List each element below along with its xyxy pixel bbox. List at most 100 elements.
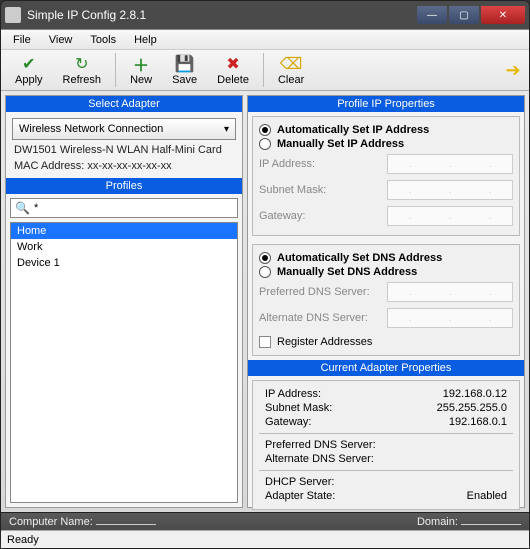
- mac-address: MAC Address: xx-xx-xx-xx-xx-xx: [6, 158, 242, 174]
- ip-group: Automatically Set IP Address Manually Se…: [252, 116, 520, 236]
- delete-icon: ✖: [223, 54, 243, 74]
- broom-icon: ⌫: [281, 54, 301, 74]
- pref-dns-label: Preferred DNS Server:: [259, 286, 379, 298]
- subnet-field[interactable]: ...: [387, 180, 513, 200]
- window-title: Simple IP Config 2.8.1: [27, 8, 417, 22]
- save-icon: 💾: [175, 54, 195, 74]
- left-panel: Select Adapter Wireless Network Connecti…: [5, 95, 243, 508]
- ip-manual-radio[interactable]: Manually Set IP Address: [259, 137, 513, 151]
- radio-selected-icon: [259, 124, 271, 136]
- cur-state-v: Enabled: [387, 490, 507, 502]
- titlebar[interactable]: Simple IP Config 2.8.1 — ▢ ✕: [1, 1, 529, 29]
- profiles-header: Profiles: [6, 178, 242, 194]
- right-panel: Profile IP Properties Automatically Set …: [247, 95, 525, 508]
- close-button[interactable]: ✕: [481, 6, 525, 24]
- dns-auto-radio[interactable]: Automatically Set DNS Address: [259, 251, 513, 265]
- save-label: Save: [172, 74, 197, 86]
- ip-manual-label: Manually Set IP Address: [277, 138, 404, 150]
- domain-label: Domain:: [417, 516, 458, 528]
- app-icon: [5, 7, 21, 23]
- dns-manual-radio[interactable]: Manually Set DNS Address: [259, 265, 513, 279]
- maximize-button[interactable]: ▢: [449, 6, 479, 24]
- ip-address-field[interactable]: ...: [387, 154, 513, 174]
- profiles-list[interactable]: Home Work Device 1: [10, 222, 238, 503]
- cur-state-k: Adapter State:: [265, 490, 387, 502]
- computer-name-value: [96, 515, 156, 525]
- plus-icon: ＋: [131, 54, 151, 74]
- expand-right-icon[interactable]: ➔: [503, 60, 523, 80]
- adapter-combo[interactable]: Wireless Network Connection ▾: [12, 118, 236, 140]
- menu-help[interactable]: Help: [126, 32, 165, 48]
- ready-label: Ready: [7, 534, 39, 546]
- list-item[interactable]: Work: [11, 239, 237, 255]
- cur-dhcp-v: [387, 476, 507, 488]
- save-button[interactable]: 💾 Save: [164, 52, 205, 88]
- toolbar: ✔ Apply ↻ Refresh ＋ New 💾 Save ✖ Delete …: [1, 49, 529, 91]
- radio-selected-icon: [259, 252, 271, 264]
- register-label: Register Addresses: [277, 336, 372, 348]
- refresh-icon: ↻: [72, 54, 92, 74]
- cur-ip-k: IP Address:: [265, 388, 387, 400]
- dns-auto-label: Automatically Set DNS Address: [277, 252, 442, 264]
- alt-dns-field[interactable]: ...: [387, 308, 513, 328]
- toolbar-separator: [115, 53, 116, 87]
- menubar: File View Tools Help: [1, 29, 529, 49]
- cur-gw-k: Gateway:: [265, 416, 387, 428]
- subnet-label: Subnet Mask:: [259, 184, 379, 196]
- cur-gw-v: 192.168.0.1: [387, 416, 507, 428]
- radio-icon: [259, 266, 271, 278]
- select-adapter-header: Select Adapter: [6, 96, 242, 112]
- delete-button[interactable]: ✖ Delete: [209, 52, 257, 88]
- menu-tools[interactable]: Tools: [82, 32, 124, 48]
- pref-dns-field[interactable]: ...: [387, 282, 513, 302]
- cur-sm-k: Subnet Mask:: [265, 402, 387, 414]
- dns-manual-label: Manually Set DNS Address: [277, 266, 417, 278]
- current-adapter-props: IP Address:192.168.0.12 Subnet Mask:255.…: [252, 380, 520, 510]
- search-icon: 🔍: [15, 201, 30, 215]
- ip-auto-radio[interactable]: Automatically Set IP Address: [259, 123, 513, 137]
- cur-dhcp-k: DHCP Server:: [265, 476, 387, 488]
- minimize-button[interactable]: —: [417, 6, 447, 24]
- gateway-label: Gateway:: [259, 210, 379, 222]
- check-icon: ✔: [19, 54, 39, 74]
- list-item[interactable]: Device 1: [11, 255, 237, 271]
- cur-ad-v: [387, 453, 507, 465]
- domain-value: [461, 515, 521, 525]
- refresh-button[interactable]: ↻ Refresh: [55, 52, 110, 88]
- adapter-selected: Wireless Network Connection: [19, 123, 163, 135]
- apply-label: Apply: [15, 74, 43, 86]
- apply-button[interactable]: ✔ Apply: [7, 52, 51, 88]
- current-adapter-header: Current Adapter Properties: [248, 360, 524, 376]
- dns-group: Automatically Set DNS Address Manually S…: [252, 244, 520, 356]
- menu-view[interactable]: View: [41, 32, 81, 48]
- search-text: *: [34, 202, 233, 214]
- profile-ip-header: Profile IP Properties: [248, 96, 524, 112]
- cur-pd-v: [387, 439, 507, 451]
- toolbar-separator: [263, 53, 264, 87]
- alt-dns-label: Alternate DNS Server:: [259, 312, 379, 324]
- cur-pd-k: Preferred DNS Server:: [265, 439, 387, 451]
- app-window: Simple IP Config 2.8.1 — ▢ ✕ File View T…: [0, 0, 530, 549]
- status-bar: Computer Name: Domain:: [1, 512, 529, 530]
- gateway-field[interactable]: ...: [387, 206, 513, 226]
- menu-file[interactable]: File: [5, 32, 39, 48]
- ip-address-label: IP Address:: [259, 158, 379, 170]
- refresh-label: Refresh: [63, 74, 102, 86]
- radio-icon: [259, 138, 271, 150]
- new-button[interactable]: ＋ New: [122, 52, 160, 88]
- clear-label: Clear: [278, 74, 304, 86]
- cur-ip-v: 192.168.0.12: [387, 388, 507, 400]
- ip-auto-label: Automatically Set IP Address: [277, 124, 429, 136]
- cur-sm-v: 255.255.255.0: [387, 402, 507, 414]
- profile-search[interactable]: 🔍 *: [10, 198, 238, 218]
- list-item[interactable]: Home: [11, 223, 237, 239]
- register-checkbox[interactable]: Register Addresses: [259, 335, 513, 349]
- computer-name-label: Computer Name:: [9, 516, 93, 528]
- ready-bar: Ready: [1, 530, 529, 548]
- checkbox-icon: [259, 336, 271, 348]
- chevron-down-icon: ▾: [224, 124, 229, 135]
- clear-button[interactable]: ⌫ Clear: [270, 52, 312, 88]
- cur-ad-k: Alternate DNS Server:: [265, 453, 387, 465]
- adapter-description: DW1501 Wireless-N WLAN Half-Mini Card: [6, 142, 242, 158]
- main-body: Select Adapter Wireless Network Connecti…: [1, 91, 529, 512]
